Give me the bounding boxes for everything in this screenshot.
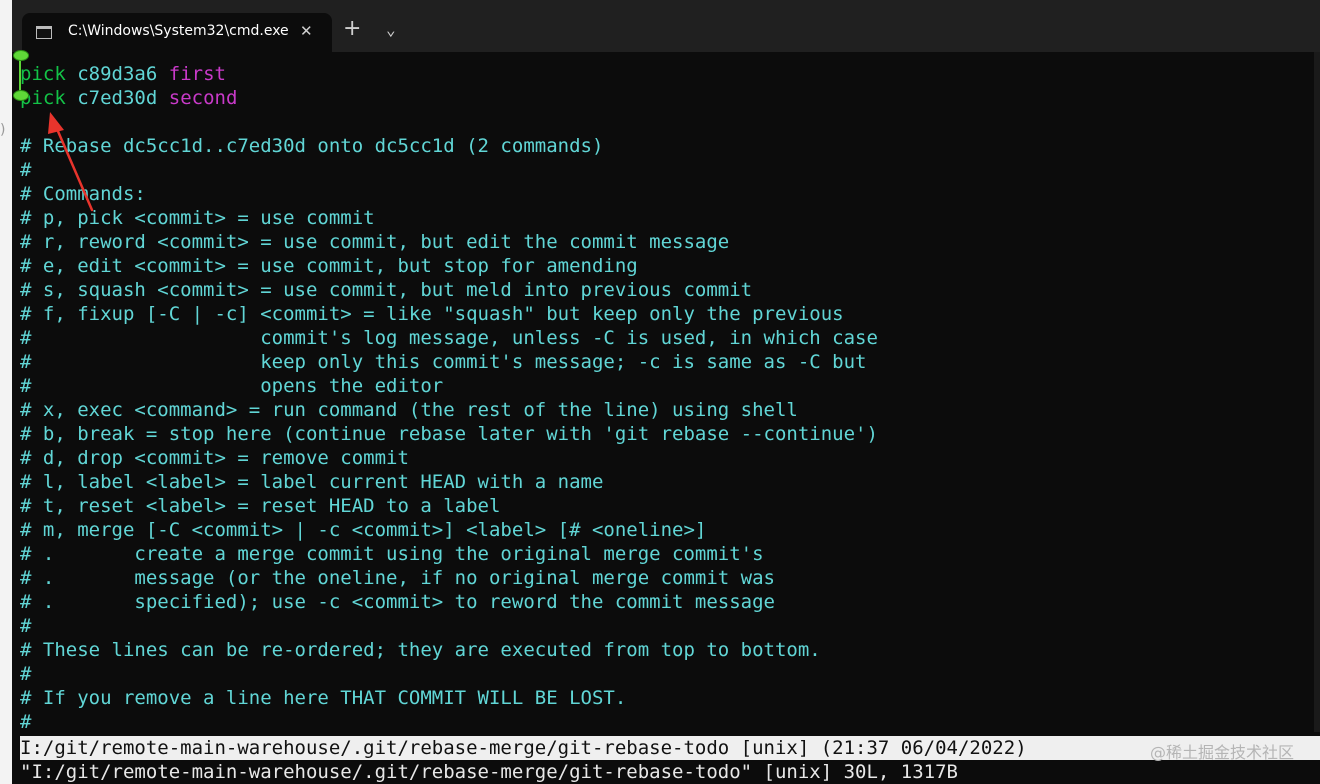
tab-cmd[interactable]: C:\Windows\System32\cmd.exe ✕ — [22, 13, 332, 52]
comment-block: # Rebase dc5cc1d..c7ed30d onto dc5cc1d (… — [20, 110, 1310, 734]
watermark-text: @稀土掘金技术社区 — [1150, 743, 1295, 762]
comment-line: # t, reset <label> = reset HEAD to a lab… — [20, 495, 501, 517]
selection-handle-top — [13, 50, 29, 61]
command-hash: c7ed30d — [77, 87, 158, 109]
comment-line: # m, merge [-C <commit> | -c <commit>] <… — [20, 519, 707, 541]
comment-line: # If you remove a line here THAT COMMIT … — [20, 687, 627, 709]
comment-line: # These lines can be re-ordered; they ar… — [20, 639, 821, 661]
comment-line: # s, squash <commit> = use commit, but m… — [20, 279, 753, 301]
vim-status-line: I:/git/remote-main-warehouse/.git/rebase… — [20, 736, 1320, 760]
comment-line: # Commands: — [20, 183, 146, 205]
console-icon — [36, 26, 52, 39]
comment-line: # d, drop <commit> = remove commit — [20, 447, 409, 469]
comment-line: # Rebase dc5cc1d..c7ed30d onto dc5cc1d (… — [20, 135, 604, 157]
comment-line: # . specified); use -c <commit> to rewor… — [20, 591, 775, 613]
comment-line: # — [20, 615, 32, 637]
comment-line: # keep only this commit's message; -c is… — [20, 351, 867, 373]
comment-line: # opens the editor — [20, 375, 444, 397]
comment-line: # commit's log message, unless -C is use… — [20, 327, 878, 349]
comment-line: # — [20, 711, 32, 733]
selection-handle-bottom — [13, 90, 29, 101]
new-tab-button[interactable]: + — [343, 18, 361, 40]
title-bar: C:\Windows\System32\cmd.exe ✕ + ⌄ — [12, 0, 1320, 52]
comment-line: # r, reword <commit> = use commit, but e… — [20, 231, 730, 253]
rebase-command-line[interactable]: pick c7ed30d second — [20, 86, 1310, 110]
comment-line: # — [20, 663, 32, 685]
comment-line: # . create a merge commit using the orig… — [20, 543, 764, 565]
command-message: first — [168, 63, 226, 85]
terminal-scrollbar[interactable] — [1314, 52, 1320, 732]
red-arrow-annotation — [48, 112, 94, 212]
tab-dropdown-chevron-down-icon[interactable]: ⌄ — [386, 20, 396, 39]
tab-title: C:\Windows\System32\cmd.exe — [68, 23, 289, 39]
comment-line: # f, fixup [-C | -c] <commit> = like "sq… — [20, 303, 844, 325]
comment-line: # e, edit <commit> = use commit, but sto… — [20, 255, 638, 277]
comment-line: # b, break = stop here (continue rebase … — [20, 423, 878, 445]
close-tab-button[interactable]: ✕ — [300, 22, 313, 40]
vim-editor[interactable]: pick c89d3a6 first pick c7ed30d second #… — [20, 62, 1310, 734]
comment-line: # p, pick <commit> = use commit — [20, 207, 375, 229]
terminal-window: C:\Windows\System32\cmd.exe ✕ + ⌄ pick c… — [12, 0, 1320, 784]
command-hash: c89d3a6 — [77, 63, 158, 85]
comment-line: # l, label <label> = label current HEAD … — [20, 471, 604, 493]
comment-line — [20, 110, 1310, 134]
command-action: pick — [20, 63, 66, 85]
background-text-fragment: ) — [0, 122, 6, 138]
command-message: second — [168, 87, 238, 109]
vim-command-line: "I:/git/remote-main-warehouse/.git/rebas… — [20, 761, 958, 783]
comment-line: # . message (or the oneline, if no origi… — [20, 567, 775, 589]
comment-line: # — [20, 159, 32, 181]
comment-line: # x, exec <command> = run command (the r… — [20, 399, 798, 421]
rebase-command-line[interactable]: pick c89d3a6 first — [20, 62, 1310, 86]
